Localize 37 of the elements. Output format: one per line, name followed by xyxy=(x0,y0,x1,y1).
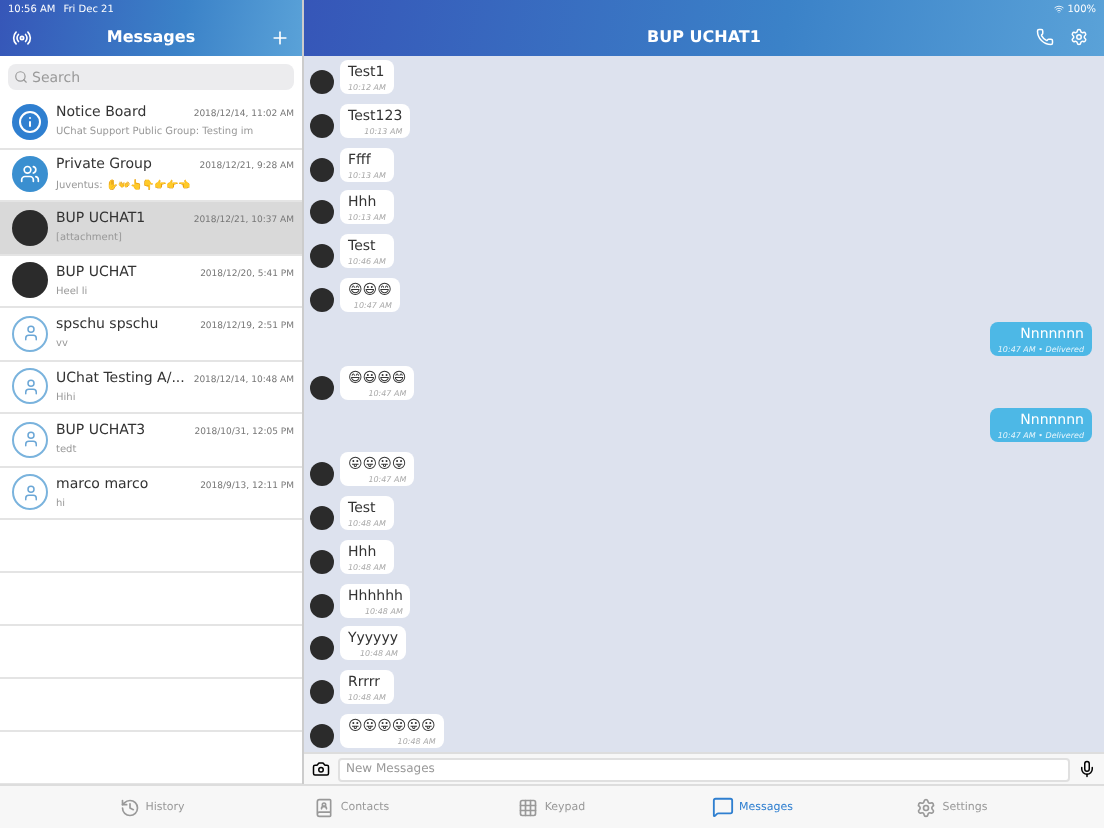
add-icon[interactable] xyxy=(269,27,290,47)
contacts-icon xyxy=(314,797,335,817)
photo-placeholder xyxy=(310,680,334,705)
info-avatar xyxy=(12,103,48,140)
camera-icon[interactable] xyxy=(312,760,330,778)
search-icon xyxy=(14,70,28,84)
contact-avatar xyxy=(12,421,48,458)
group-avatar xyxy=(12,156,48,193)
photo-placeholder xyxy=(310,244,334,269)
photo-placeholder xyxy=(310,636,334,661)
photo-placeholder xyxy=(310,157,334,182)
photo-placeholder xyxy=(12,209,48,246)
chat-icon xyxy=(711,796,733,818)
broadcast-icon[interactable] xyxy=(12,27,32,47)
chat-title: BUP UCHAT1 xyxy=(647,28,761,46)
photo-placeholder xyxy=(310,505,334,530)
photo-placeholder xyxy=(310,375,334,400)
phone-icon[interactable] xyxy=(1036,28,1054,46)
photo-placeholder xyxy=(12,262,48,299)
keypad-icon xyxy=(518,797,539,817)
contact-avatar xyxy=(12,315,48,352)
photo-placeholder xyxy=(310,113,334,138)
photo-placeholder xyxy=(310,70,334,94)
contact-avatar xyxy=(12,474,48,511)
photo-placeholder xyxy=(310,287,334,312)
wifi-icon xyxy=(1053,4,1064,14)
photo-placeholder xyxy=(310,200,334,225)
history-icon xyxy=(119,797,140,817)
settings-icon xyxy=(916,797,937,817)
photo-placeholder xyxy=(310,462,334,487)
photo-placeholder xyxy=(310,549,334,574)
sidebar-title: Messages xyxy=(106,28,196,46)
photo-placeholder xyxy=(310,593,334,618)
photo-placeholder xyxy=(310,723,334,748)
settings-icon[interactable] xyxy=(1070,28,1088,46)
microphone-icon[interactable] xyxy=(1078,760,1096,778)
contact-avatar xyxy=(12,368,48,405)
